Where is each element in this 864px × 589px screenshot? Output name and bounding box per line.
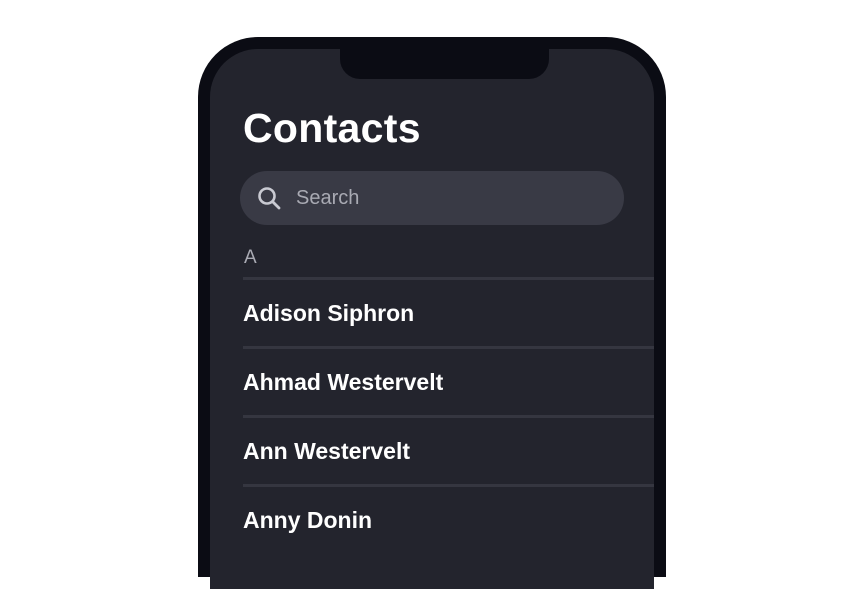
contact-name: Ahmad Westervelt bbox=[243, 368, 444, 395]
contact-row[interactable]: Anny Donin bbox=[243, 484, 654, 553]
phone-frame: Contacts A Adison Siphron Ahmad Westerve… bbox=[198, 37, 666, 589]
contact-name: Adison Siphron bbox=[243, 299, 415, 326]
search-bar[interactable] bbox=[240, 171, 624, 225]
contacts-screen: Contacts A Adison Siphron Ahmad Westerve… bbox=[210, 49, 654, 589]
phone-notch bbox=[340, 49, 549, 79]
contact-name: Anny Donin bbox=[243, 506, 373, 533]
contact-name: Ann Westervelt bbox=[243, 437, 411, 464]
contact-row[interactable]: Ann Westervelt bbox=[243, 415, 654, 484]
search-icon bbox=[256, 185, 282, 211]
contact-row[interactable]: Ahmad Westervelt bbox=[243, 346, 654, 415]
page-title: Contacts bbox=[243, 105, 421, 151]
search-input[interactable] bbox=[296, 186, 596, 210]
section-header-a: A bbox=[244, 247, 257, 268]
contact-list: Adison Siphron Ahmad Westervelt Ann West… bbox=[243, 277, 654, 553]
contact-row[interactable]: Adison Siphron bbox=[243, 277, 654, 346]
